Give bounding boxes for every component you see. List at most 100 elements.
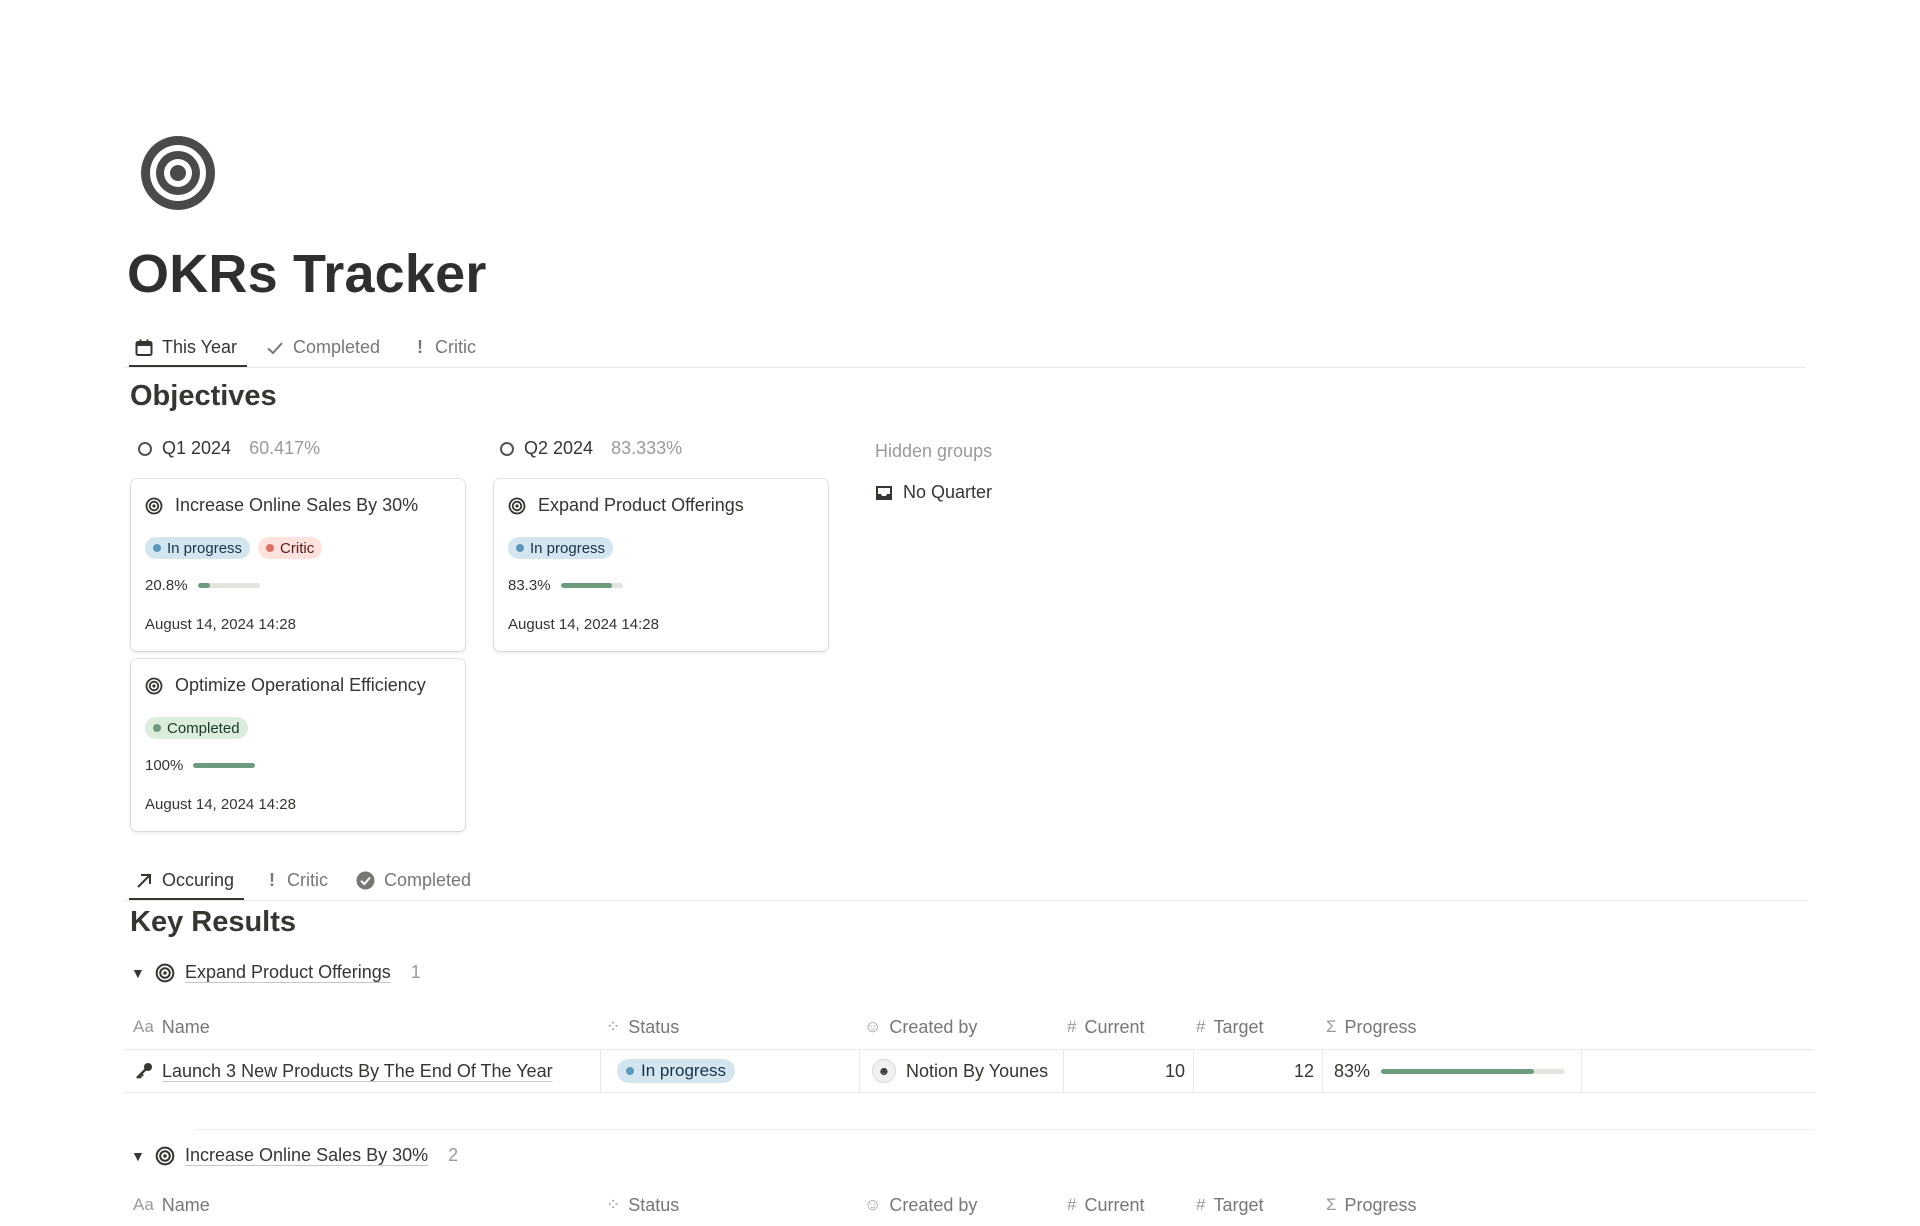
hash-icon: # — [1067, 1017, 1077, 1036]
hash-icon: # — [1067, 1195, 1077, 1214]
status-icon: ⁘ — [606, 1195, 621, 1214]
toggle-down-icon[interactable]: ▼ — [131, 1148, 145, 1164]
hash-icon: # — [1196, 1195, 1206, 1214]
group-divider — [195, 1129, 1814, 1130]
tab-label: Critic — [435, 337, 476, 357]
arrow-up-right-icon — [137, 873, 151, 888]
group-q1-2024[interactable]: Q1 2024 60.417% — [138, 438, 320, 459]
progress-label: 20.8% — [145, 577, 188, 594]
kr-group-title[interactable]: Expand Product Offerings — [185, 962, 391, 983]
kr-group-count: 2 — [448, 1145, 459, 1165]
group-q2-2024[interactable]: Q2 2024 83.333% — [500, 438, 682, 459]
column-header-name[interactable]: Aa Name — [133, 1184, 210, 1226]
circle-icon — [500, 441, 514, 456]
cell-status[interactable]: In progress — [601, 1050, 860, 1092]
calendar-icon — [135, 339, 153, 356]
circle-icon — [138, 441, 152, 456]
column-header-progress[interactable]: Σ Progress — [1326, 1006, 1417, 1048]
column-header-created-by[interactable]: ☺ Created by — [864, 1184, 977, 1226]
column-header-target[interactable]: # Target — [1196, 1184, 1264, 1226]
progress-label: 83% — [1334, 1060, 1371, 1081]
status-icon: ⁘ — [606, 1017, 621, 1036]
kr-group-header[interactable]: ▼ Expand Product Offerings 1 — [131, 962, 421, 983]
table-row[interactable]: Launch 3 New Products By The End Of The … — [124, 1049, 1814, 1093]
kr-group-count: 1 — [410, 962, 421, 982]
status-tag: In progress — [145, 537, 251, 559]
sigma-icon: Σ — [1326, 1017, 1337, 1036]
hidden-group-no-quarter[interactable]: No Quarter — [875, 482, 992, 503]
tab-critic[interactable]: ! Critic — [414, 329, 476, 366]
no-quarter-label: No Quarter — [903, 482, 993, 502]
created-by: Notion By Younes — [906, 1060, 1049, 1081]
column-header-created-by[interactable]: ☺ Created by — [864, 1006, 977, 1048]
column-header-current[interactable]: # Current — [1067, 1006, 1145, 1048]
current-value: 10 — [1164, 1060, 1185, 1081]
key-results-title: Key Results — [130, 906, 297, 938]
tab-label: This Year — [162, 337, 238, 357]
key-results-view-tabs: Occuring ! Critic Completed — [124, 862, 1806, 901]
column-header-name[interactable]: Aa Name — [133, 1006, 210, 1048]
tab-occuring[interactable]: Occuring — [128, 862, 245, 900]
tab-this-year[interactable]: This Year — [128, 329, 248, 367]
column-header-target[interactable]: # Target — [1196, 1006, 1264, 1048]
key-icon — [136, 1063, 152, 1079]
tab-completed[interactable]: Completed — [356, 862, 471, 899]
progress-label: 83.3% — [508, 577, 551, 594]
target-icon — [155, 963, 175, 982]
target-icon — [508, 497, 526, 514]
target-icon — [145, 497, 163, 514]
person-icon: ☺ — [864, 1195, 882, 1214]
kr-group-header[interactable]: ▼ Increase Online Sales By 30% 2 — [131, 1145, 458, 1166]
kr-name[interactable]: Launch 3 New Products By The End Of The … — [162, 1061, 553, 1082]
objectives-view-tabs: This Year Completed ! Critic — [124, 329, 1806, 368]
card-date: August 14, 2024 14:28 — [508, 616, 659, 633]
progress-bar — [1381, 1068, 1566, 1074]
target-icon — [155, 1146, 175, 1165]
cell-progress[interactable]: 83% — [1323, 1050, 1582, 1092]
card-date: August 14, 2024 14:28 — [145, 796, 296, 813]
column-header-status[interactable]: ⁘ Status — [606, 1184, 679, 1226]
objective-card[interactable]: Increase Online Sales By 30% In progress… — [131, 479, 465, 651]
target-icon — [141, 136, 215, 210]
cell-target[interactable]: 12 — [1194, 1050, 1323, 1092]
target-value: 12 — [1293, 1060, 1314, 1081]
objectives-title: Objectives — [130, 380, 277, 412]
toggle-down-icon[interactable]: ▼ — [131, 965, 145, 981]
tab-critic[interactable]: ! Critic — [266, 862, 328, 899]
progress-bar — [193, 763, 256, 768]
critic-tag: Critic — [258, 537, 323, 559]
card-title: Increase Online Sales By 30% — [175, 495, 419, 515]
text-icon: Aa — [133, 1195, 154, 1214]
objective-card[interactable]: Expand Product Offerings In progress 83.… — [494, 479, 828, 651]
exclamation-icon: ! — [269, 870, 275, 890]
page-title: OKRs Tracker — [127, 244, 487, 304]
target-icon — [145, 677, 163, 694]
table-header: Aa Name ⁘ Status ☺ Created by # Current # Tar… — [124, 1184, 1814, 1226]
column-header-status[interactable]: ⁘ Status — [606, 1006, 679, 1048]
hidden-groups-label: Hidden groups — [875, 441, 993, 461]
tab-label: Completed — [384, 870, 472, 890]
group-name: Q1 2024 — [162, 438, 232, 458]
kr-group-title[interactable]: Increase Online Sales By 30% — [185, 1145, 428, 1166]
status-tag: In progress — [508, 537, 614, 559]
card-title: Expand Product Offerings — [538, 495, 744, 515]
tab-completed[interactable]: Completed — [266, 329, 380, 366]
sigma-icon: Σ — [1326, 1195, 1337, 1214]
cell-created-by[interactable]: ☻ Notion By Younes — [860, 1050, 1064, 1092]
cell-name[interactable]: Launch 3 New Products By The End Of The … — [124, 1050, 601, 1092]
inbox-icon — [876, 485, 892, 500]
text-icon: Aa — [133, 1017, 154, 1036]
person-icon: ☺ — [864, 1017, 882, 1036]
card-title: Optimize Operational Efficiency — [175, 675, 426, 695]
group-percent: 60.417% — [249, 438, 321, 458]
tab-label: Completed — [293, 337, 381, 357]
card-date: August 14, 2024 14:28 — [145, 616, 296, 633]
cell-current[interactable]: 10 — [1064, 1050, 1194, 1092]
column-header-progress[interactable]: Σ Progress — [1326, 1184, 1417, 1226]
objective-card[interactable]: Optimize Operational Efficiency Complete… — [131, 659, 465, 831]
hash-icon: # — [1196, 1017, 1206, 1036]
status-tag: Completed — [145, 717, 248, 739]
column-header-current[interactable]: # Current — [1067, 1184, 1145, 1226]
progress-bar — [560, 583, 623, 588]
progress-bar — [197, 583, 260, 588]
